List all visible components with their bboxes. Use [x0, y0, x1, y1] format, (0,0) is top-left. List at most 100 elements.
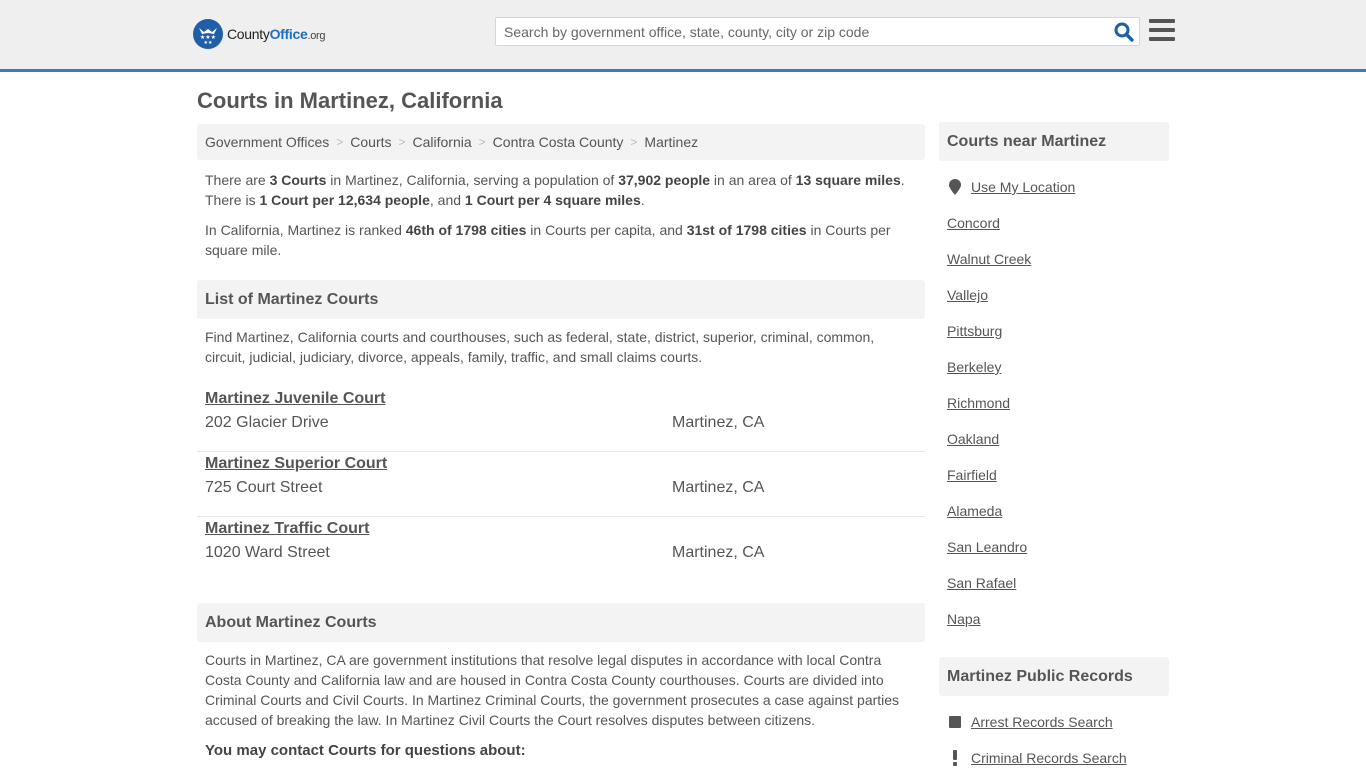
ranking-text: In California, Martinez is ranked	[205, 222, 406, 238]
nearby-city-item: Fairfield	[947, 457, 1161, 493]
nearby-city-link[interactable]: Napa	[947, 611, 980, 627]
search-input[interactable]	[496, 18, 1096, 45]
list-section-heading: List of Martinez Courts	[197, 280, 925, 319]
summary-text: , and	[429, 192, 465, 208]
courts-per-area: 1 Court per 4 square miles	[464, 192, 641, 208]
nearby-city-item: Pittsburg	[947, 313, 1161, 349]
criminal-records-search-link[interactable]: Criminal Records Search	[971, 750, 1127, 766]
court-address: 202 Glacier Drive	[205, 414, 329, 431]
nearby-city-item: Richmond	[947, 385, 1161, 421]
summary-text: There are	[205, 172, 270, 188]
rank-per-capita: 46th of 1798 cities	[405, 222, 527, 238]
logo-text-county: County	[227, 26, 270, 42]
exclamation-icon	[947, 750, 963, 766]
logo-text-office: Office	[269, 26, 308, 42]
summary-text: .	[640, 192, 645, 208]
nearby-city-link[interactable]: San Rafael	[947, 575, 1016, 591]
contact-heading: You may contact Courts for questions abo…	[205, 742, 526, 759]
breadcrumb-government-offices[interactable]: Government Offices	[205, 134, 329, 150]
summary-text: in an area of	[710, 172, 796, 188]
breadcrumb-current-martinez: Martinez	[644, 134, 699, 150]
ranking-text: in Courts per capita, and	[526, 222, 687, 238]
courts-per-capita: 1 Court per 12,634 people	[259, 192, 430, 208]
court-name-link[interactable]: Martinez Juvenile Court	[205, 390, 385, 408]
nearby-city-link[interactable]: Walnut Creek	[947, 251, 1031, 267]
public-record-item: Criminal Records Search	[947, 740, 1161, 776]
nearby-city-item: Napa	[947, 601, 1161, 637]
court-count: 3 Courts	[269, 172, 327, 188]
summary-text: in Martinez, California, serving a popul…	[326, 172, 619, 188]
main-content: Government Offices > Courts > California…	[197, 124, 925, 759]
breadcrumb-contra-costa-county[interactable]: Contra Costa County	[493, 134, 624, 150]
nearby-city-link[interactable]: Pittsburg	[947, 323, 1002, 339]
nearby-city-item: Walnut Creek	[947, 241, 1161, 277]
breadcrumb-courts[interactable]: Courts	[350, 134, 391, 150]
nearby-city-item: Oakland	[947, 421, 1161, 457]
nearby-city-link[interactable]: Vallejo	[947, 287, 988, 303]
court-list-item: Martinez Traffic Court 1020 Ward Street …	[197, 517, 925, 582]
nearby-cities-list: Use My Location Concord Walnut Creek Val…	[939, 169, 1169, 637]
search-box	[495, 17, 1140, 46]
nearby-city-link[interactable]: Alameda	[947, 503, 1002, 519]
breadcrumb-separator-icon: >	[336, 135, 344, 149]
eagle-stars-logo-icon: ★★★ ★★	[193, 19, 223, 49]
search-icon	[1114, 22, 1134, 42]
court-address: 725 Court Street	[205, 479, 323, 496]
svg-text:★★: ★★	[204, 40, 213, 46]
nearby-city-item: Alameda	[947, 493, 1161, 529]
court-city: Martinez, CA	[672, 414, 765, 431]
breadcrumb-separator-icon: >	[398, 135, 406, 149]
about-section-heading: About Martinez Courts	[197, 603, 925, 642]
hamburger-menu-icon-bar	[1149, 19, 1175, 23]
public-record-item: Arrest Records Search	[947, 704, 1161, 740]
public-records-list: Arrest Records Search Criminal Records S…	[939, 704, 1169, 776]
court-city: Martinez, CA	[672, 479, 765, 496]
logo-text-org: .org	[307, 30, 326, 42]
sidebar: Courts near Martinez Use My Location Con…	[939, 122, 1169, 766]
site-header: ★★★ ★★ CountyOffice.org	[0, 0, 1366, 72]
nearby-city-link[interactable]: San Leandro	[947, 539, 1027, 555]
breadcrumb-separator-icon: >	[630, 135, 638, 149]
hamburger-menu-button[interactable]	[1149, 19, 1175, 41]
breadcrumb-california[interactable]: California	[413, 134, 472, 150]
public-records-heading: Martinez Public Records	[939, 657, 1169, 696]
nearby-city-link[interactable]: Berkeley	[947, 359, 1001, 375]
page-title: Courts in Martinez, California	[197, 88, 503, 113]
nearby-city-link[interactable]: Oakland	[947, 431, 999, 447]
courts-list: Martinez Juvenile Court 202 Glacier Driv…	[197, 387, 925, 582]
use-my-location-link[interactable]: Use My Location	[971, 179, 1075, 195]
area: 13 square miles	[795, 172, 901, 188]
about-description: Courts in Martinez, CA are government in…	[205, 652, 900, 728]
ranking-paragraph: In California, Martinez is ranked 46th o…	[197, 220, 925, 260]
hamburger-menu-icon-bar	[1149, 28, 1175, 32]
nearby-city-item: San Leandro	[947, 529, 1161, 565]
nearby-city-link[interactable]: Concord	[947, 215, 1000, 231]
court-name-link[interactable]: Martinez Traffic Court	[205, 520, 369, 538]
nearby-city-item: Concord	[947, 205, 1161, 241]
court-list-item: Martinez Juvenile Court 202 Glacier Driv…	[197, 387, 925, 452]
use-my-location-item: Use My Location	[947, 169, 1161, 205]
map-pin-icon	[947, 179, 963, 195]
nearby-city-item: Vallejo	[947, 277, 1161, 313]
nearby-city-link[interactable]: Fairfield	[947, 467, 997, 483]
court-list-item: Martinez Superior Court 725 Court Street…	[197, 452, 925, 517]
nearby-city-item: Berkeley	[947, 349, 1161, 385]
site-logo[interactable]: ★★★ ★★ CountyOffice.org	[193, 19, 326, 49]
list-description: Find Martinez, California courts and cou…	[205, 329, 875, 365]
summary-paragraph: There are 3 Courts in Martinez, Californ…	[197, 170, 925, 210]
court-city: Martinez, CA	[672, 544, 765, 561]
hamburger-menu-icon-bar	[1149, 37, 1175, 41]
nearby-city-item: San Rafael	[947, 565, 1161, 601]
nearby-city-link[interactable]: Richmond	[947, 395, 1010, 411]
courts-near-heading: Courts near Martinez	[939, 122, 1169, 161]
search-button[interactable]	[1113, 21, 1135, 43]
court-name-link[interactable]: Martinez Superior Court	[205, 455, 387, 473]
breadcrumb: Government Offices > Courts > California…	[197, 124, 925, 160]
breadcrumb-separator-icon: >	[478, 135, 486, 149]
logo-wordmark: CountyOffice.org	[227, 26, 326, 42]
square-icon	[947, 716, 963, 728]
court-address: 1020 Ward Street	[205, 544, 330, 561]
population: 37,902 people	[618, 172, 711, 188]
rank-per-square-mile: 31st of 1798 cities	[686, 222, 807, 238]
arrest-records-search-link[interactable]: Arrest Records Search	[971, 714, 1113, 730]
